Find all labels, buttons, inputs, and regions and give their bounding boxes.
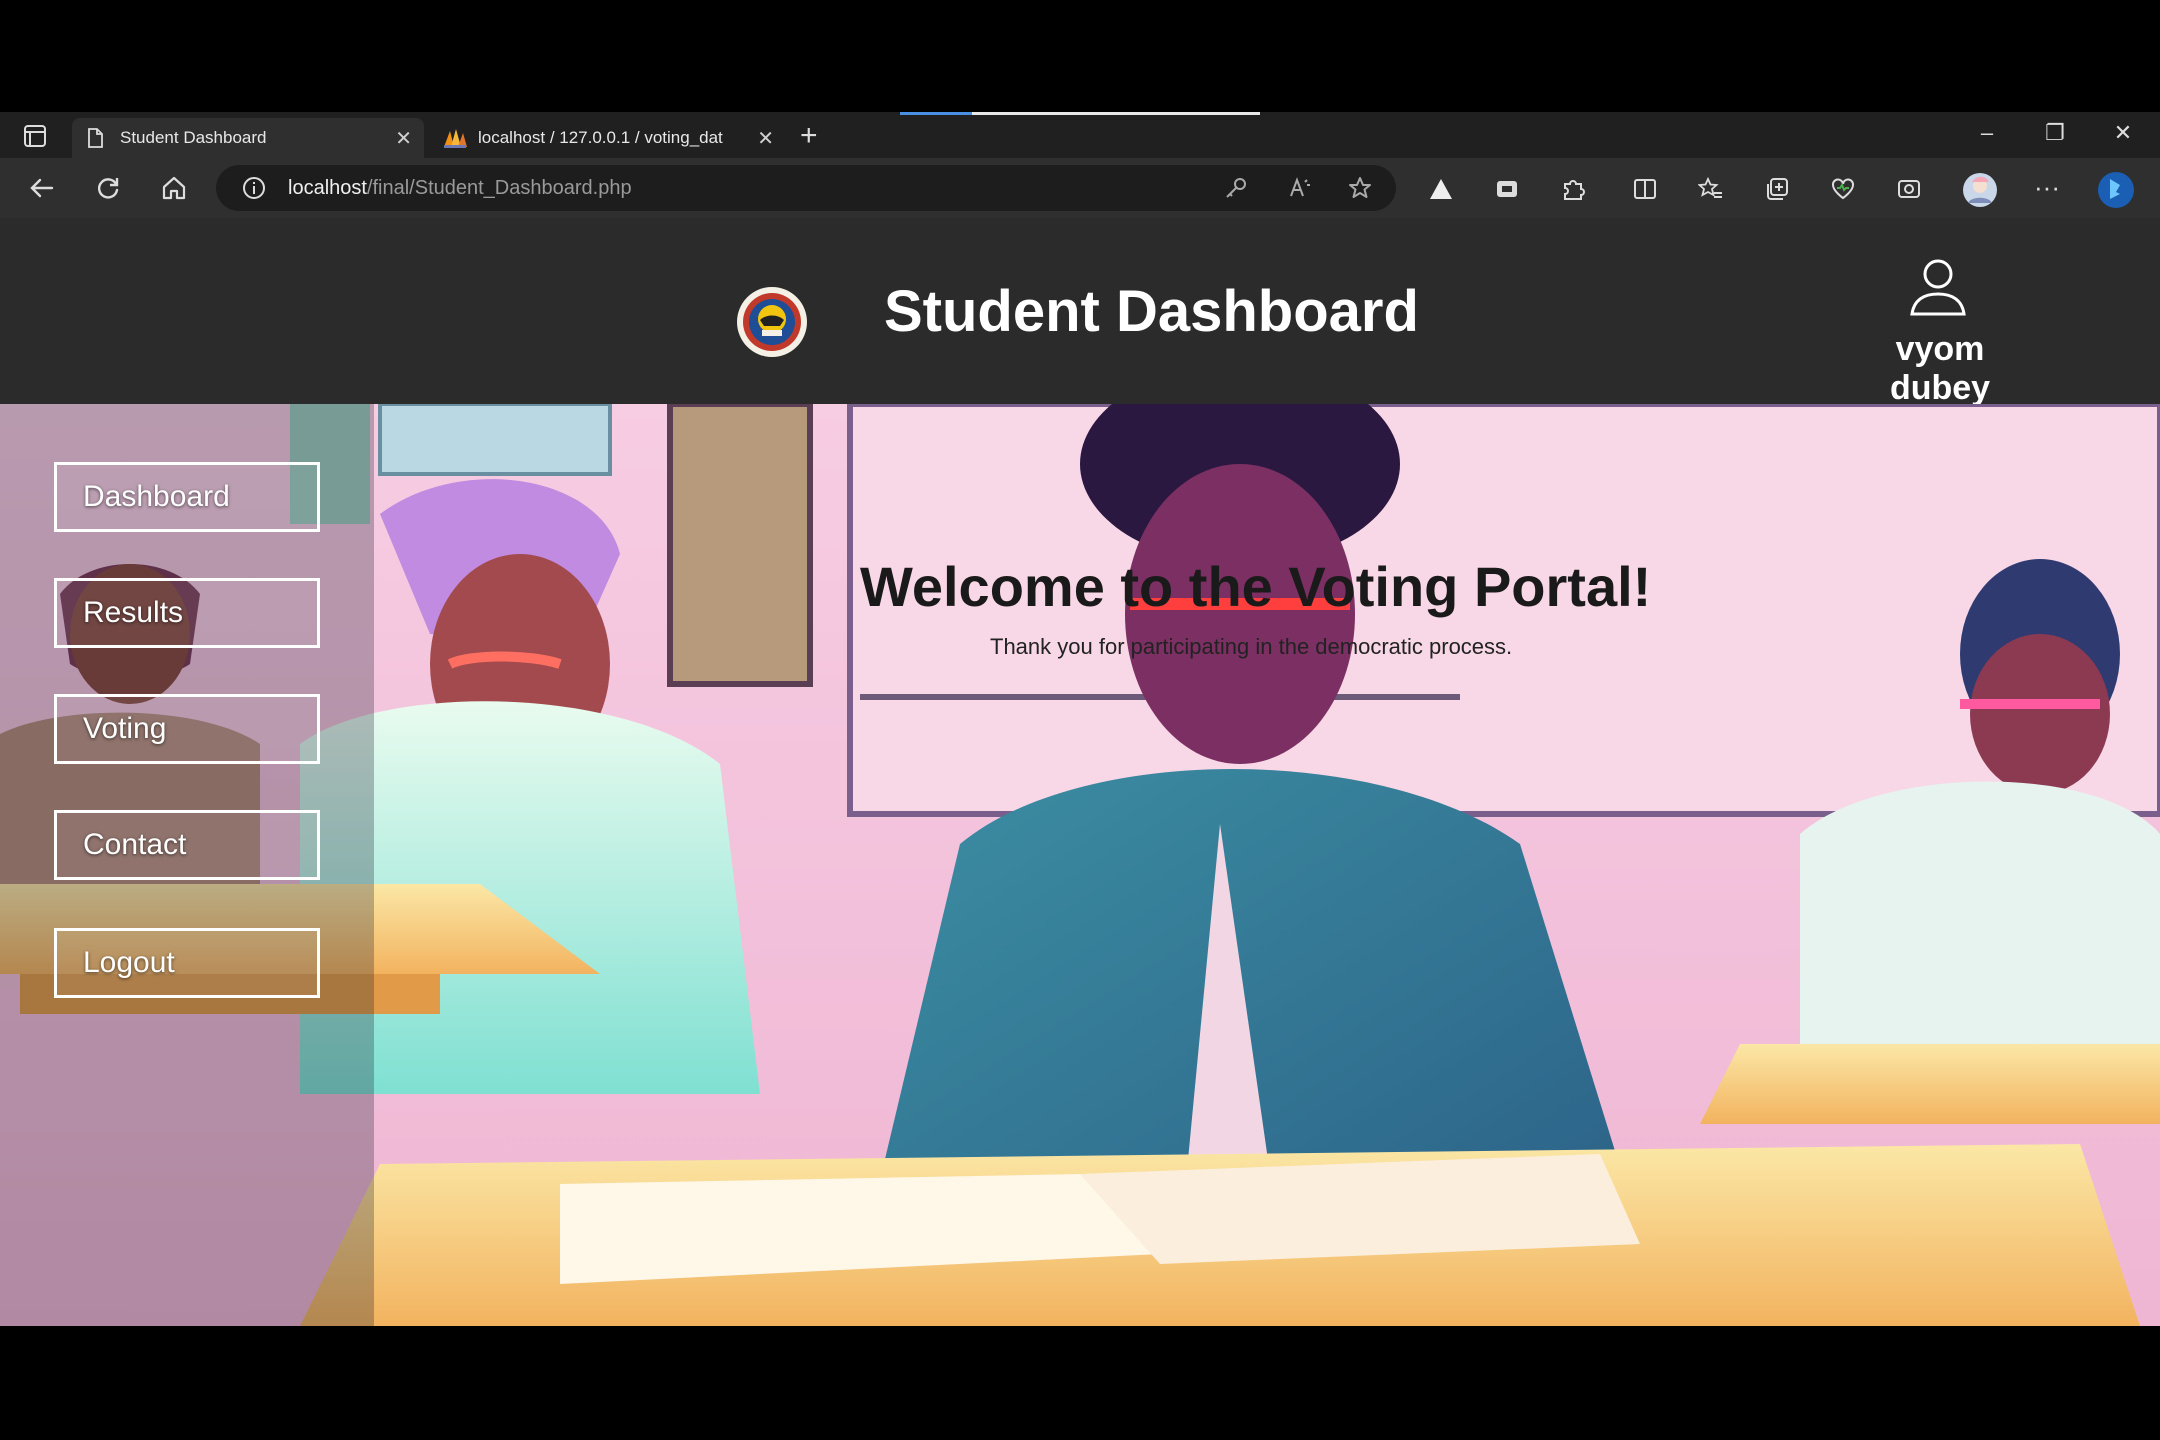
site-info-icon[interactable]	[242, 176, 266, 200]
welcome-subtitle: Thank you for participating in the democ…	[990, 634, 1513, 659]
sidebar-item-contact[interactable]: Contact	[54, 810, 320, 880]
loading-bar-progress	[900, 112, 972, 115]
hero-section: Dashboard Results Voting Contact Logout …	[0, 404, 2160, 1326]
sidebar-item-results[interactable]: Results	[54, 578, 320, 648]
tab-phpmyadmin[interactable]: localhost / 127.0.0.1 / voting_dat ✕	[430, 118, 786, 158]
bing-copilot-icon[interactable]	[2096, 170, 2136, 210]
restore-button[interactable]: ❐	[2040, 120, 2070, 146]
close-tab-icon[interactable]: ✕	[395, 126, 412, 151]
page-title: Student Dashboard	[884, 279, 1419, 344]
home-icon[interactable]	[154, 168, 194, 208]
tab-title: Student Dashboard	[120, 128, 267, 147]
profile-avatar-icon[interactable]	[1962, 172, 1998, 208]
tab-actions-icon[interactable]	[18, 121, 52, 151]
minimize-button[interactable]: –	[1972, 120, 2002, 146]
sidebar-item-voting[interactable]: Voting	[54, 694, 320, 764]
tab-strip: Student Dashboard ✕ localhost / 127.0.0.…	[0, 112, 2160, 158]
split-screen-icon[interactable]	[1632, 176, 1658, 202]
favorite-star-icon[interactable]	[1348, 176, 1372, 200]
app-page: Student Dashboard vyom dubey Dashboard R…	[0, 218, 2160, 1326]
more-menu-icon[interactable]: ···	[2034, 172, 2074, 202]
address-bar[interactable]: localhost/final/Student_Dashboard.php	[216, 165, 1396, 211]
tab-student-dashboard[interactable]: Student Dashboard ✕	[72, 118, 424, 158]
browser-essentials-icon[interactable]	[1830, 176, 1856, 202]
extension-box-icon[interactable]	[1494, 176, 1520, 202]
read-aloud-icon[interactable]	[1288, 176, 1312, 200]
new-tab-button[interactable]: +	[800, 118, 818, 154]
college-logo	[736, 286, 808, 358]
collections-icon[interactable]	[1764, 176, 1790, 202]
url-text: localhost/final/Student_Dashboard.php	[288, 177, 632, 200]
extensions-puzzle-icon[interactable]	[1560, 176, 1586, 202]
key-icon[interactable]	[1224, 176, 1248, 200]
refresh-icon[interactable]	[88, 168, 128, 208]
phpmyadmin-icon	[442, 127, 467, 149]
user-name: vyom dubey	[1889, 330, 1991, 407]
sidebar-item-dashboard[interactable]: Dashboard	[54, 462, 320, 532]
url-host: localhost	[288, 177, 367, 199]
close-window-button[interactable]: ✕	[2108, 120, 2138, 146]
close-tab-icon[interactable]: ✕	[757, 126, 774, 151]
url-path: /final/Student_Dashboard.php	[366, 177, 632, 199]
sidebar-item-logout[interactable]: Logout	[54, 928, 320, 998]
welcome-heading: Welcome to the Voting Portal!	[860, 555, 1652, 618]
tab-title: localhost / 127.0.0.1 / voting_dat	[478, 128, 723, 147]
favorites-icon[interactable]	[1697, 176, 1724, 202]
extension-triangle-icon[interactable]	[1428, 176, 1454, 202]
browser-window: Student Dashboard ✕ localhost / 127.0.0.…	[0, 112, 2160, 1326]
app-header: Student Dashboard vyom dubey	[0, 218, 2160, 407]
browser-toolbar: localhost/final/Student_Dashboard.php ··…	[0, 158, 2160, 218]
back-arrow-icon[interactable]	[22, 168, 62, 208]
page-icon	[84, 127, 106, 149]
screenshot-icon[interactable]	[1896, 176, 1922, 202]
user-icon[interactable]	[1906, 254, 1970, 318]
